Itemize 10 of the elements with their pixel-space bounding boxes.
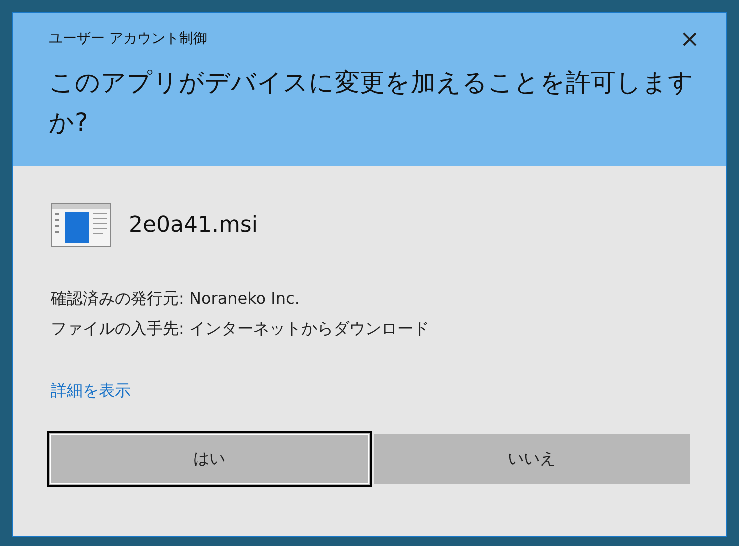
file-name: 2e0a41.msi — [129, 212, 258, 240]
dialog-button[interactable]: はい — [47, 431, 372, 487]
close-button[interactable]: × — [676, 27, 704, 51]
dialog-button[interactable]: いいえ — [374, 434, 690, 484]
detail-line: ファイルの入手先: インターネットからダウンロード — [51, 318, 430, 340]
detail-line: 確認済みの発行元: Noraneko Inc. — [51, 288, 301, 310]
window-title: ユーザー アカウント制御 — [49, 30, 208, 48]
show-details-link[interactable]: 詳細を表示 — [51, 379, 131, 403]
prompt-question: このアプリがデバイスに変更を加えることを許可しますか? — [49, 67, 695, 139]
installer-icon — [51, 203, 111, 247]
